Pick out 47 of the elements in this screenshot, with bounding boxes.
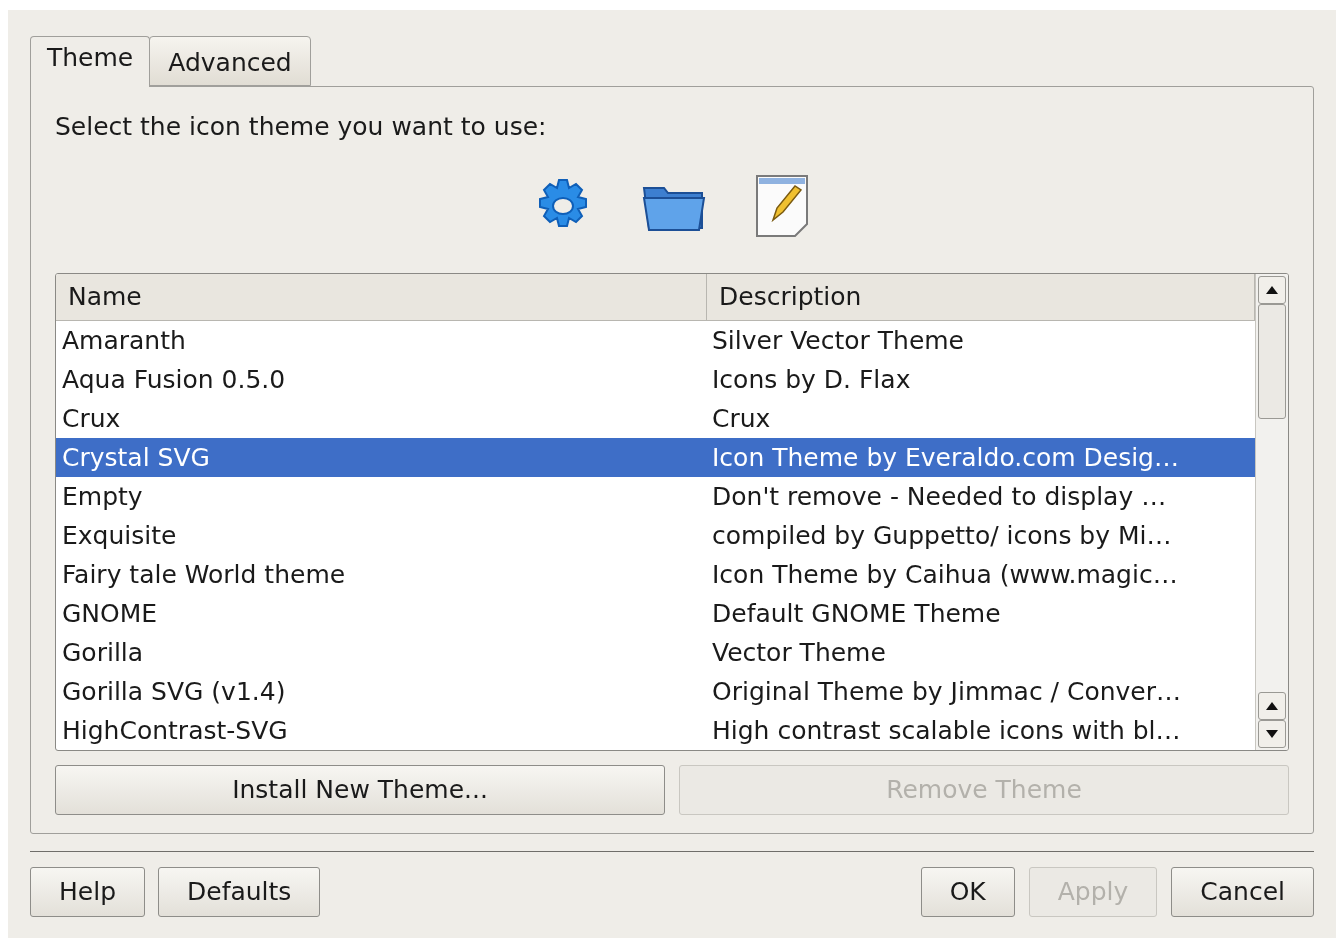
table-cell-text: High contrast scalable icons with bl… [711,714,1182,747]
table-cell-text: Silver Vector Theme [711,324,965,357]
list-row[interactable]: Exquisite compiled by Guppetto/ icons by Mi… [56,516,1255,555]
install-button[interactable]: Install New Theme... [55,765,665,815]
table-cell-text: Gorilla SVG (v1.4) [61,675,287,708]
tab[interactable]: Advanced [149,36,311,86]
list-row[interactable]: Amaranth Silver Vector Theme [56,321,1255,360]
list-row[interactable]: Crystal SVG Icon Theme by Everaldo.com Desig… [56,438,1255,477]
table-cell-text: Empty [61,480,144,513]
button[interactable]: Help [30,867,145,917]
list-row[interactable]: Crux Crux [56,399,1255,438]
table-cell-text: Crux [711,402,772,435]
list-row[interactable]: HighContrast-SVG High contrast scalable icons with bl… [56,711,1255,750]
scroll-up-icon[interactable] [1258,276,1286,304]
list-row[interactable]: Fairy tale World theme Icon Theme by Caihua (www.magic… [56,555,1255,594]
tab[interactable]: Theme [30,36,151,87]
list-row[interactable]: Empty Don't remove - Needed to display … [56,477,1255,516]
list-row[interactable]: Gorilla Vector Theme [56,633,1255,672]
scrollbar-thumb[interactable] [1258,304,1286,419]
button[interactable]: OK [920,867,1015,917]
table-cell-text: HighContrast-SVG [61,714,289,747]
table-cell-text: Original Theme by Jimmac / Conver… [711,675,1183,708]
button[interactable]: Cancel [1171,867,1314,917]
scrollbar[interactable] [1255,274,1288,750]
table-cell-text: Default GNOME Theme [711,597,1002,630]
table-cell-text: Fairy tale World theme [61,558,347,591]
scroll-up-icon[interactable] [1258,692,1286,720]
column-header[interactable]: Name [56,274,707,320]
table-cell-text: Gorilla [61,636,145,669]
table-cell-text: Crux [61,402,122,435]
table-cell-text: Icon Theme by Caihua (www.magic… [711,558,1179,591]
list-row[interactable]: GNOME Default GNOME Theme [56,594,1255,633]
table-cell-text: Exquisite [61,519,178,552]
table-cell-text: Icons by D. Flax [711,363,912,396]
table-cell-text: Don't remove - Needed to display … [711,480,1168,513]
table-cell-text: Amaranth [61,324,187,357]
table-cell-text: Crystal SVG [61,441,211,474]
list-row[interactable]: Gorilla SVG (v1.4) Original Theme by Jimmac / Conver… [56,672,1255,711]
table-cell-text: Icon Theme by Everaldo.com Desig… [711,441,1180,474]
button[interactable]: Defaults [158,867,321,917]
table-cell-text: GNOME [61,597,159,630]
table-cell-text: compiled by Guppetto/ icons by Mi… [711,519,1173,552]
table-cell-text: Aqua Fusion 0.5.0 [61,363,287,396]
scroll-down-icon[interactable] [1258,720,1286,748]
table-cell-text: Vector Theme [711,636,887,669]
list-row[interactable]: Aqua Fusion 0.5.0 Icons by D. Flax [56,360,1255,399]
prompt-text: Select the icon theme you want to use: [55,111,547,143]
